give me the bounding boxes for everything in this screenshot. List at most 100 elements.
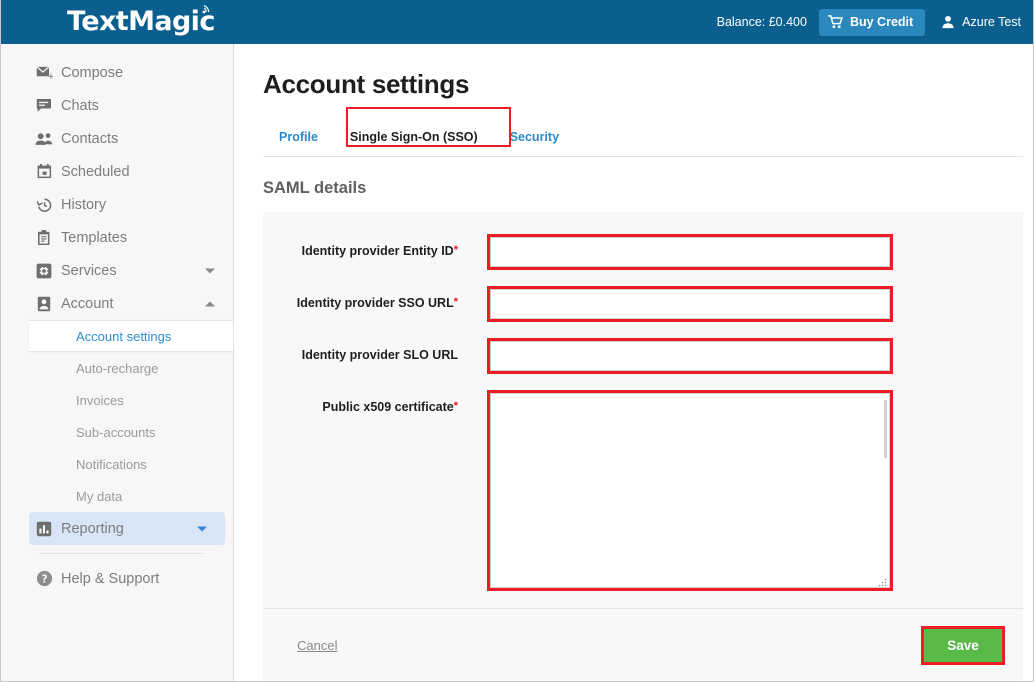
form-footer: Cancel Save (263, 608, 1023, 682)
field-label-text: Public x509 certificate (322, 400, 453, 414)
form-row-x509-certificate: Public x509 certificate* (263, 390, 1023, 593)
top-header-bar: TextMagic Balance: £0.400 Buy Credit (1, 0, 1034, 44)
identity-provider-sso-url-input[interactable] (490, 289, 890, 319)
tab-label: Single Sign-On (SSO) (350, 130, 478, 144)
user-badge-icon (35, 295, 53, 313)
buy-credit-label: Buy Credit (850, 15, 913, 29)
sidebar-item-sub-accounts[interactable]: Sub-accounts (1, 416, 233, 448)
field-label-text: Identity provider SSO URL (297, 296, 454, 310)
sidebar-item-reporting[interactable]: Reporting (29, 512, 225, 545)
svg-text:?: ? (41, 573, 47, 585)
chevron-down-icon[interactable] (205, 268, 215, 273)
label-x509-certificate: Public x509 certificate* (263, 390, 458, 414)
contacts-icon (35, 130, 53, 148)
sidebar-item-history[interactable]: History (1, 188, 233, 221)
clock-history-icon (35, 196, 53, 214)
envelope-plus-icon: + (35, 64, 53, 82)
saml-form-panel: Identity provider Entity ID* Identity pr… (263, 212, 1023, 682)
gear-icon (35, 262, 53, 280)
sidebar-item-templates[interactable]: Templates (1, 221, 233, 254)
sidebar-item-invoices[interactable]: Invoices (1, 384, 233, 416)
sidebar-divider (39, 553, 203, 554)
sidebar-item-label: Help & Support (61, 571, 159, 587)
sidebar-item-scheduled[interactable]: Scheduled (1, 155, 233, 188)
subnav-item-label: Notifications (76, 457, 147, 472)
sidebar-item-label: Compose (61, 65, 123, 81)
annotation-box-x509-certificate (487, 390, 893, 591)
subnav-item-label: Account settings (76, 329, 171, 344)
main-content: Account settings Profile Single Sign-On … (235, 44, 1034, 682)
sidebar-item-label: History (61, 197, 106, 213)
label-entity-id: Identity provider Entity ID* (263, 234, 458, 258)
chevron-up-icon[interactable] (205, 301, 215, 306)
field-wrap-x509-certificate (487, 390, 893, 593)
sidebar-item-auto-recharge[interactable]: Auto-recharge (1, 352, 233, 384)
subnav-item-label: Sub-accounts (76, 425, 156, 440)
page-title: Account settings (263, 69, 1034, 100)
textmagic-logo[interactable]: TextMagic (67, 6, 215, 37)
app-window: TextMagic Balance: £0.400 Buy Credit (0, 0, 1034, 682)
clipboard-icon (35, 229, 53, 247)
form-row-entity-id: Identity provider Entity ID* (263, 234, 1023, 270)
subnav-item-label: Auto-recharge (76, 361, 158, 376)
buy-credit-button[interactable]: Buy Credit (819, 9, 925, 36)
required-asterisk: * (454, 296, 458, 308)
chevron-down-icon[interactable] (197, 526, 207, 531)
tab-label: Security (510, 130, 559, 144)
question-circle-icon: ? (35, 570, 53, 588)
form-row-slo-url: Identity provider SLO URL (263, 338, 1023, 374)
save-button[interactable]: Save (924, 629, 1002, 662)
user-menu[interactable]: Azure Test (941, 15, 1021, 29)
annotation-box-sso-url (487, 286, 893, 322)
sidebar-item-my-data[interactable]: My data (1, 480, 233, 512)
field-wrap-entity-id (487, 234, 893, 270)
user-name-label: Azure Test (962, 15, 1021, 29)
annotation-box-slo-url (487, 338, 893, 374)
textarea-scrollbar[interactable] (884, 400, 887, 458)
settings-tabs: Profile Single Sign-On (SSO) Security (263, 122, 1023, 157)
sidebar-item-account[interactable]: Account (1, 287, 233, 320)
annotation-box-save: Save (921, 626, 1005, 665)
person-icon (941, 15, 955, 29)
annotation-box-entity-id (487, 234, 893, 270)
logo-text: TextMagic (67, 6, 215, 37)
required-asterisk: * (454, 244, 458, 256)
sidebar-item-compose[interactable]: + Compose (1, 56, 233, 89)
tab-label: Profile (279, 130, 318, 144)
header-right-group: Balance: £0.400 Buy Credit Azure Test (717, 0, 1027, 44)
label-slo-url: Identity provider SLO URL (263, 338, 458, 362)
sidebar-item-label: Scheduled (61, 164, 130, 180)
sidebar-item-label: Services (61, 263, 117, 279)
sidebar-item-label: Chats (61, 98, 99, 114)
tab-security[interactable]: Security (494, 122, 575, 154)
sidebar-item-notifications[interactable]: Notifications (1, 448, 233, 480)
subnav-item-label: Invoices (76, 393, 124, 408)
subnav-item-label: My data (76, 489, 122, 504)
account-submenu: Account settings Auto-recharge Invoices … (1, 320, 233, 512)
svg-text:+: + (47, 72, 53, 80)
sidebar-item-account-settings[interactable]: Account settings (29, 320, 234, 352)
identity-provider-entity-id-input[interactable] (490, 237, 890, 267)
shopping-cart-icon (828, 15, 843, 29)
field-wrap-slo-url (487, 338, 893, 374)
form-row-sso-url: Identity provider SSO URL* (263, 286, 1023, 322)
chat-bubble-icon (35, 97, 53, 115)
label-sso-url: Identity provider SSO URL* (263, 286, 458, 310)
sidebar-item-label: Reporting (61, 521, 124, 537)
balance-label: Balance: £0.400 (717, 15, 807, 29)
sidebar-item-services[interactable]: Services (1, 254, 233, 287)
tab-profile[interactable]: Profile (263, 122, 334, 154)
sidebar-item-label: Templates (61, 230, 127, 246)
public-x509-certificate-textarea[interactable] (490, 393, 890, 588)
cancel-button[interactable]: Cancel (297, 638, 337, 653)
tab-single-sign-on[interactable]: Single Sign-On (SSO) (334, 122, 494, 154)
sidebar-item-label: Contacts (61, 131, 118, 147)
sidebar-item-contacts[interactable]: Contacts (1, 122, 233, 155)
field-label-text: Identity provider Entity ID (302, 244, 454, 258)
required-asterisk: * (454, 400, 458, 412)
identity-provider-slo-url-input[interactable] (490, 341, 890, 371)
sidebar-item-chats[interactable]: Chats (1, 89, 233, 122)
section-title-saml-details: SAML details (263, 179, 1034, 198)
signal-wave-icon (202, 4, 212, 14)
sidebar-item-help-support[interactable]: ? Help & Support (1, 562, 233, 595)
